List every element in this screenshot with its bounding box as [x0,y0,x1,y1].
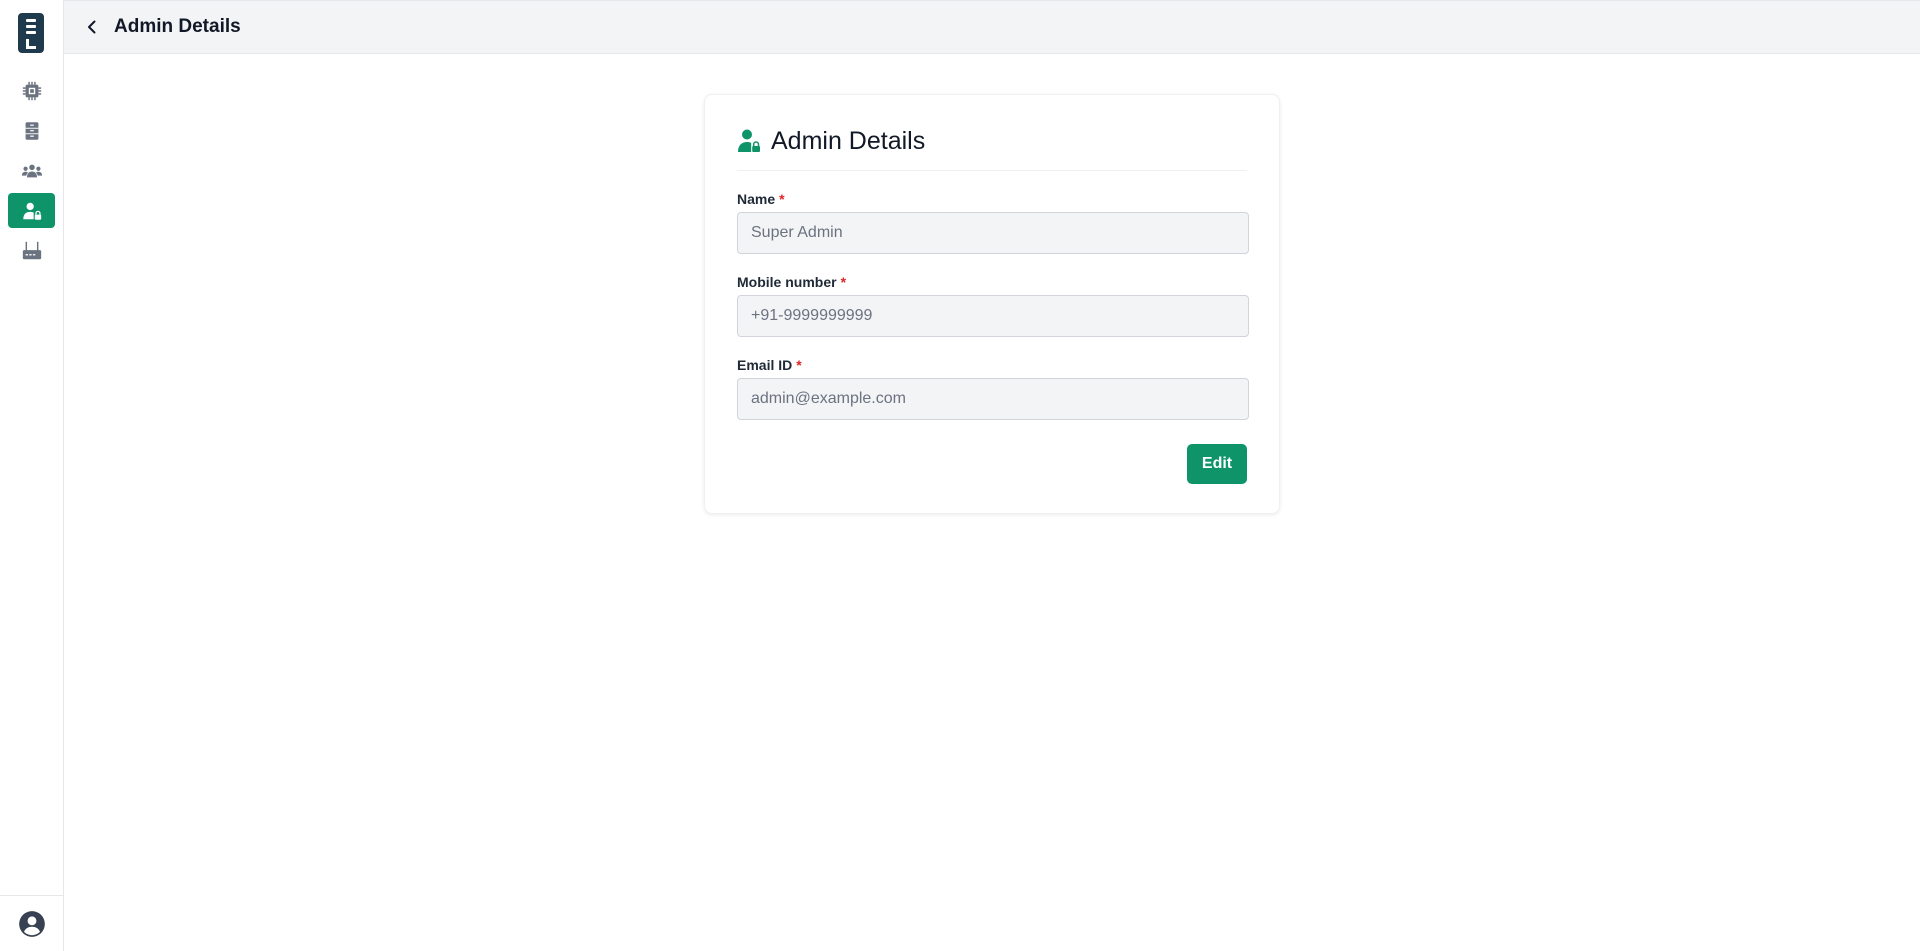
email-label-text: Email ID [737,357,793,373]
required-mark: * [840,274,847,290]
name-label-text: Name [737,191,776,207]
edit-button[interactable]: Edit [1187,444,1247,484]
back-button[interactable] [78,13,106,41]
sidebar-item-routers[interactable] [8,233,55,268]
sidebar-item-admin[interactable] [8,193,55,228]
email-input[interactable] [737,378,1249,420]
router-icon [22,241,41,259]
users-icon [21,164,42,177]
mobile-label: Mobile number * [737,274,1247,292]
admin-user-icon [738,129,760,152]
required-mark: * [796,357,802,373]
page-header: Admin Details [64,0,1920,54]
card-header: Admin Details [737,95,1247,171]
card-title: Admin Details [771,127,926,155]
mobile-input[interactable] [737,295,1249,337]
page-title: Admin Details [114,16,241,37]
account-circle-icon[interactable] [18,910,46,938]
app-logo[interactable] [18,13,44,53]
sidebar-footer [0,895,63,951]
required-mark: * [779,191,785,207]
name-field-group: Name * [737,191,1249,254]
server-icon [25,121,38,140]
mobile-field-group: Mobile number * [737,274,1249,337]
email-label: Email ID * [737,357,1247,375]
mobile-label-text: Mobile number [737,274,837,290]
chip-icon [22,81,41,100]
sidebar-item-users[interactable] [8,153,55,188]
sidebar-item-servers[interactable] [8,113,55,148]
sidebar-item-devices[interactable] [8,73,55,108]
card-actions: Edit [737,444,1247,484]
admin-user-icon [22,202,41,220]
sidebar [0,0,64,951]
admin-details-card: Admin Details Name * Mobile number * Ema… [704,94,1280,514]
email-field-group: Email ID * [737,357,1249,420]
name-input[interactable] [737,212,1249,254]
chevron-left-icon [88,20,96,34]
name-label: Name * [737,191,1247,209]
